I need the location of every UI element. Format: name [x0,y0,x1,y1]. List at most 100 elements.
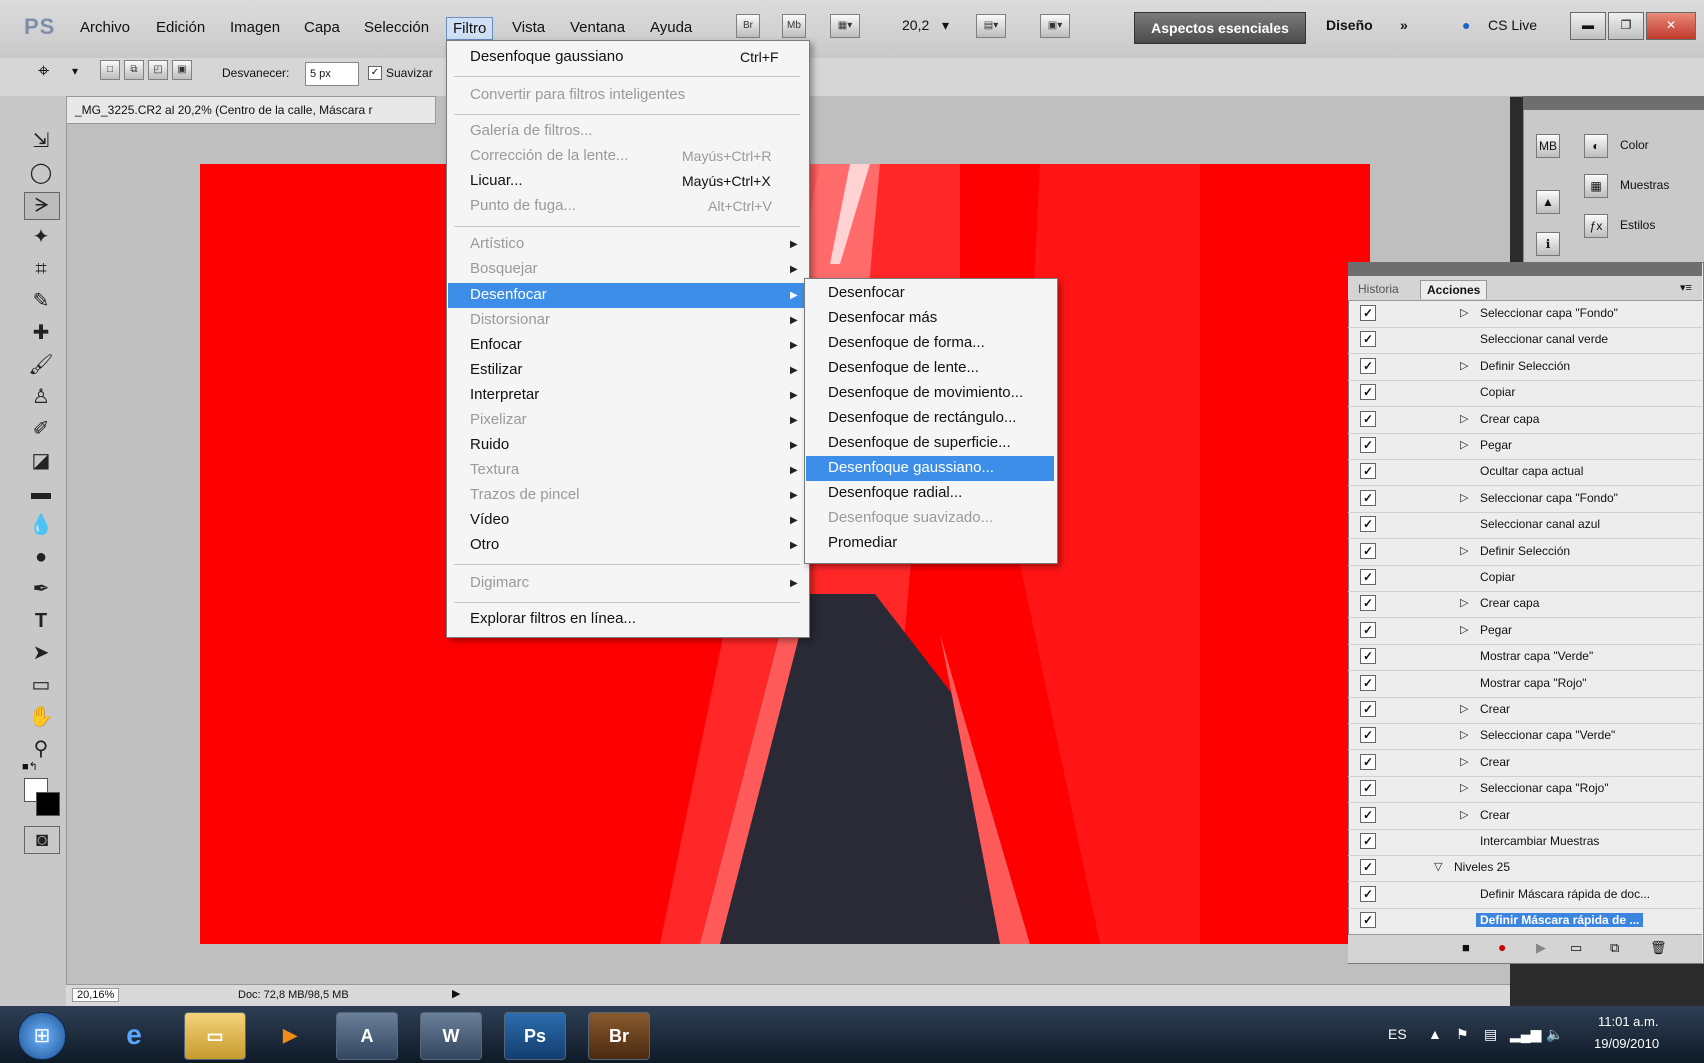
menu-item-smart-filters[interactable]: Convertir para filtros inteligentes [470,86,685,103]
submenu-item-average[interactable]: Promediar [828,534,897,551]
minibridge-icon[interactable]: Mb [782,14,806,38]
healing-brush-tool-icon[interactable]: ✚ [24,320,58,346]
background-color-swatch[interactable] [36,792,60,816]
status-zoom[interactable]: 20,16% [72,988,120,1002]
eraser-tool-icon[interactable]: ◪ [24,448,58,474]
crop-tool-icon[interactable]: ⌗ [24,256,58,282]
taskbar-bridge-icon[interactable]: Br [588,1012,650,1060]
histogram-dock-icon[interactable]: ▲ [1536,190,1560,214]
arrange-documents-icon[interactable]: ▤▾ [976,14,1006,38]
menu-item-sharpen[interactable]: Enfocar [470,336,522,353]
action-toggle-checkbox[interactable]: ✓ [1360,701,1376,717]
move-tool-icon[interactable]: ⇲ [24,128,58,154]
shape-tool-icon[interactable]: ▭ [24,672,58,698]
gradient-tool-icon[interactable]: ▬ [24,480,58,506]
action-toggle-checkbox[interactable]: ✓ [1360,305,1376,321]
menu-capa[interactable]: Capa [298,17,346,38]
action-row[interactable]: ✓ Ocultar capa actual [1348,459,1702,487]
new-action-icon[interactable]: ⧉ [1610,940,1619,956]
color-panel-icon[interactable]: ◐ [1584,134,1608,158]
new-set-icon[interactable]: ▭ [1570,940,1582,956]
record-icon[interactable]: ● [1498,939,1506,955]
clone-stamp-tool-icon[interactable]: ♙ [24,384,58,410]
swatches-panel-label[interactable]: Muestras [1620,178,1669,192]
menu-item-video[interactable]: Vídeo [470,511,509,528]
menu-item-brush-strokes[interactable]: Trazos de pincel [470,486,580,503]
action-row[interactable]: ✓ ▷ Seleccionar capa "Fondo" [1348,301,1702,328]
start-button[interactable]: ⊞ [18,1012,66,1060]
menu-ventana[interactable]: Ventana [564,17,631,38]
submenu-item-box-blur[interactable]: Desenfoque de rectángulo... [828,409,1016,426]
panel-menu-icon[interactable]: ▾≡ [1680,281,1692,294]
tab-acciones[interactable]: Acciones [1420,280,1488,299]
action-toggle-checkbox[interactable]: ✓ [1360,463,1376,480]
menu-item-liquify[interactable]: Licuar... [470,172,523,189]
lasso-tool-preset-icon[interactable]: ⌖ [38,60,49,83]
menu-item-vanishing-point[interactable]: Punto de fuga... [470,197,576,214]
taskbar-ie-icon[interactable]: e [104,1012,164,1058]
tray-flag-icon[interactable]: ⚑ [1456,1026,1469,1043]
marquee-tool-icon[interactable]: ◯ [24,160,58,186]
action-row[interactable]: ✓ Intercambiar Muestras [1348,829,1702,856]
bridge-icon[interactable]: Br [736,14,760,38]
expand-closed-icon[interactable]: ▷ [1460,306,1468,319]
action-toggle-checkbox[interactable]: ✓ [1360,331,1376,348]
menu-seleccion[interactable]: Selección [358,17,435,38]
menu-item-lens-correction[interactable]: Corrección de la lente... [470,147,628,164]
action-toggle-checkbox[interactable]: ✓ [1360,357,1376,374]
menu-item-sketch[interactable]: Bosquejar [470,260,538,277]
view-extras-icon[interactable]: ▦▾ [830,14,860,38]
expand-closed-icon[interactable]: ▷ [1460,491,1468,504]
action-row[interactable]: ✓ ▽ Niveles 25 [1348,855,1702,883]
styles-panel-icon[interactable]: ƒx [1584,214,1608,238]
antialias-checkbox[interactable]: ✓ [368,66,382,80]
action-row[interactable]: ✓ ▷ Pegar [1348,618,1702,645]
action-toggle-checkbox[interactable]: ✓ [1360,885,1376,902]
action-toggle-checkbox[interactable]: ✓ [1360,859,1376,876]
menu-item-filter-gallery[interactable]: Galería de filtros... [470,122,593,139]
submenu-item-blur-more[interactable]: Desenfocar más [828,309,937,326]
pen-tool-icon[interactable]: ✒ [24,576,58,602]
expand-closed-icon[interactable]: ▷ [1460,728,1468,741]
action-toggle-checkbox[interactable]: ✓ [1360,595,1376,612]
action-row[interactable]: ✓ ▷ Seleccionar capa "Verde" [1348,723,1702,751]
action-toggle-checkbox[interactable]: ✓ [1360,489,1376,506]
menu-edicion[interactable]: Edición [150,17,211,38]
menu-item-render[interactable]: Interpretar [470,386,539,403]
hand-tool-icon[interactable]: ✋ [24,704,58,730]
expand-closed-icon[interactable]: ▷ [1460,412,1468,425]
workspace-design-button[interactable]: Diseño [1326,17,1373,33]
stop-icon[interactable]: ■ [1462,940,1470,955]
tray-signal-icon[interactable]: ▂▄▆ [1510,1026,1541,1043]
submenu-item-motion-blur[interactable]: Desenfoque de movimiento... [828,384,1023,401]
menu-item-other[interactable]: Otro [470,536,499,553]
more-workspaces-button[interactable]: » [1400,17,1408,33]
expand-closed-icon[interactable]: ▷ [1460,359,1468,372]
action-row[interactable]: ✓ ▷ Crear capa [1348,591,1702,619]
action-toggle-checkbox[interactable]: ✓ [1360,569,1376,585]
restore-button[interactable]: ❐ [1608,12,1644,40]
action-row[interactable]: ✓ Definir Máscara rápida de ... [1348,908,1702,936]
quick-selection-tool-icon[interactable]: ✦ [24,224,58,250]
submenu-item-lens-blur[interactable]: Desenfoque de lente... [828,359,979,376]
menu-item-texture[interactable]: Textura [470,461,519,478]
preset-dropdown-icon[interactable]: ▾ [72,64,78,78]
action-row[interactable]: ✓ Mostrar capa "Verde" [1348,644,1702,672]
quick-mask-mode-icon[interactable]: ◙ [24,826,60,854]
action-toggle-checkbox[interactable]: ✓ [1360,753,1376,770]
color-swatches[interactable] [24,778,60,816]
submenu-item-shape-blur[interactable]: Desenfoque de forma... [828,334,985,351]
blur-tool-icon[interactable]: 💧 [24,512,58,538]
delete-action-icon[interactable]: 🗑 [1650,940,1667,956]
minimize-button[interactable]: ▬ [1570,12,1606,40]
submenu-item-surface-blur[interactable]: Desenfoque de superficie... [828,434,1011,451]
tray-volume-icon[interactable]: 🔈 [1546,1026,1563,1043]
taskbar-word-icon[interactable]: W [420,1012,482,1060]
expand-closed-icon[interactable]: ▷ [1460,623,1468,636]
cslive-button[interactable]: CS Live [1488,17,1537,33]
action-row[interactable]: ✓ ▷ Crear [1348,750,1702,777]
action-toggle-checkbox[interactable]: ✓ [1360,674,1376,691]
new-selection-icon[interactable]: □ [100,60,120,80]
expand-closed-icon[interactable]: ▷ [1460,544,1468,557]
menu-item-digimarc[interactable]: Digimarc [470,574,529,591]
